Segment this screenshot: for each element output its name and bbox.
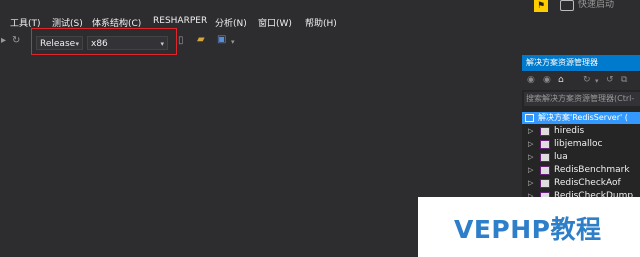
expand-icon[interactable]: ▷ <box>528 151 533 164</box>
menu-analyze[interactable]: 分析(N) <box>215 16 247 29</box>
toolbar-overflow-icon[interactable]: ▾ <box>231 38 235 46</box>
collapse-all-icon[interactable]: ⧉ <box>621 75 627 85</box>
solution-explorer-toolbar: ◉ ◉ ⌂ ↻ ▾ ↺ ⧉ <box>522 72 640 90</box>
notification-button[interactable]: ⚑ <box>530 0 552 14</box>
solution-explorer-title: 解决方案资源管理器 <box>522 55 640 71</box>
flag-icon: ⚑ <box>534 0 548 12</box>
project-icon <box>540 127 550 136</box>
project-name: hiredis <box>554 126 585 136</box>
watermark: VEPHP教程 <box>418 197 640 257</box>
separator-icon: ▯ <box>178 35 184 46</box>
quick-launch-input[interactable]: 快速启动 <box>578 0 614 10</box>
menu-help[interactable]: 帮助(H) <box>305 16 337 29</box>
project-name: lua <box>554 152 568 162</box>
folder-icon[interactable]: ▰ <box>197 34 205 45</box>
solution-root[interactable]: 解决方案'RedisServer' ( <box>522 112 640 124</box>
solution-root-label: 解决方案'RedisServer' ( <box>538 113 628 122</box>
watermark-text: VEPHP教程 <box>454 215 602 244</box>
project-icon <box>540 179 550 188</box>
project-icon <box>540 140 550 149</box>
menu-window[interactable]: 窗口(W) <box>258 16 292 29</box>
back-icon[interactable]: ◉ <box>527 75 535 85</box>
highlight-annotation <box>31 28 177 55</box>
expand-icon[interactable]: ▷ <box>528 125 533 138</box>
chevron-down-icon[interactable]: ▾ <box>595 77 599 85</box>
sync-icon[interactable]: ↻ <box>583 75 591 85</box>
expand-icon[interactable]: ▷ <box>528 164 533 177</box>
feedback-icon[interactable] <box>560 0 574 11</box>
project-name: RedisCheckAof <box>554 178 621 188</box>
home-icon[interactable]: ⌂ <box>558 75 564 85</box>
forward-icon[interactable]: ◉ <box>543 75 551 85</box>
expand-icon[interactable]: ▷ <box>528 138 533 151</box>
menu-resharper[interactable]: RESHARPER <box>153 16 207 26</box>
window-icon[interactable]: ▣ <box>217 34 226 45</box>
solution-explorer-search[interactable]: 搜索解决方案资源管理器(Ctrl- <box>524 92 640 106</box>
refresh-icon[interactable]: ↺ <box>606 75 614 85</box>
refresh-icon[interactable]: ↻ <box>12 35 20 46</box>
expand-icon[interactable]: ▷ <box>528 177 533 190</box>
project-icon <box>540 153 550 162</box>
project-icon <box>540 166 550 175</box>
project-name: libjemalloc <box>554 139 603 149</box>
undo-icon[interactable]: ▸ <box>1 35 6 46</box>
solution-icon <box>525 114 534 122</box>
project-name: RedisBenchmark <box>554 165 630 175</box>
